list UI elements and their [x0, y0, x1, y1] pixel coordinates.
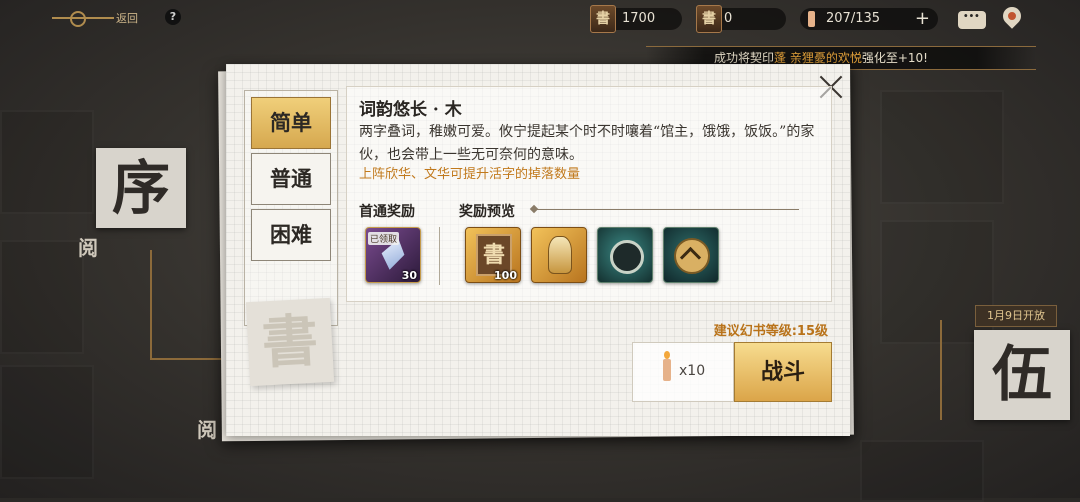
difficulty-panel: 简单 普通 困难: [244, 90, 338, 326]
back-ornament-icon: [52, 11, 114, 27]
cost-quantity: x10: [679, 363, 706, 379]
bg-tile: [0, 365, 94, 479]
item-quantity: 30: [401, 269, 417, 282]
mechanism-icon: [610, 240, 644, 274]
reading-marker: 阅: [78, 236, 98, 260]
ticker-prefix: 成功将契印: [714, 51, 775, 65]
path-line: [150, 250, 152, 360]
recommended-level: 建议幻书等级:15级: [713, 324, 828, 339]
stage-card: 简单 普通 困难 書 词韵悠长 · 木 两字叠词，稚嫩可爱。攸宁提起某个时不时嚷…: [226, 64, 850, 436]
reward-item-mechanism[interactable]: [597, 227, 653, 283]
reward-divider: [439, 227, 440, 285]
fight-button[interactable]: 战斗: [734, 342, 832, 402]
stage-description: 两字叠词，稚嫩可爱。攸宁提起某个时不时嚷着“馆主，饿饿，饭饭。”的家伙，也会带上…: [359, 124, 815, 163]
claimed-tag: 已领取: [368, 232, 400, 245]
perfume-bottle-icon: [548, 236, 572, 274]
resource-books-secondary: 書 0: [696, 5, 786, 33]
stage-info-panel: 词韵悠长 · 木 两字叠词，稚嫩可爱。攸宁提起某个时不时嚷着“馆主，饿饿，饭饭。…: [346, 86, 832, 302]
ticker-suffix: 强化至+10!: [861, 51, 928, 65]
bg-tile: [880, 90, 1004, 204]
book-currency-icon: 書: [590, 5, 616, 33]
resource-books-value: 1700: [622, 11, 656, 26]
resource-books-secondary-value: 0: [724, 11, 733, 26]
difficulty-normal-button[interactable]: 普通: [251, 153, 331, 205]
book-currency-icon: 書: [696, 5, 722, 33]
unlock-date-badge: 1月9日开放: [975, 305, 1057, 327]
first-reward-item[interactable]: 已领取 30: [365, 227, 421, 283]
chapter-tile-five[interactable]: 伍: [974, 330, 1070, 420]
bg-tile: [0, 240, 84, 354]
first-reward-label: 首通奖励: [359, 204, 415, 220]
candle-icon: [663, 351, 671, 381]
bg-tile: [0, 110, 94, 214]
stage-title: 词韵悠长 · 木: [359, 100, 462, 120]
book-stamp-block: 書: [245, 297, 335, 387]
reward-item-bottle[interactable]: [531, 227, 587, 283]
back-label: 返回: [116, 12, 138, 25]
chat-icon[interactable]: [958, 6, 986, 29]
reward-preview-label: 奖励预览: [459, 204, 515, 220]
reward-item-book[interactable]: 書 100: [465, 227, 521, 283]
help-icon[interactable]: ?: [165, 9, 181, 25]
stage-hint: 上阵欣华、文华可提升活字的掉落数量: [359, 167, 581, 182]
bg-tile: [860, 440, 984, 502]
stamina-cost: x10: [632, 342, 734, 402]
difficulty-hard-button[interactable]: 困难: [251, 209, 331, 261]
resource-books: 書 1700: [590, 5, 682, 33]
reading-marker: 阅: [197, 418, 217, 442]
reward-item-emblem[interactable]: [663, 227, 719, 283]
item-quantity: 100: [494, 269, 517, 282]
chapter-tile-prologue[interactable]: 序: [96, 148, 186, 228]
candle-currency-icon: [808, 11, 815, 27]
path-line: [150, 358, 226, 360]
path-line: [940, 320, 942, 420]
resource-candles: 207/135 +: [800, 8, 938, 30]
preview-divider: [537, 209, 799, 210]
resource-candles-value: 207/135: [826, 11, 881, 26]
add-candles-button[interactable]: +: [915, 8, 930, 30]
back-button[interactable]: 返回: [52, 6, 138, 30]
ticker-highlight: 蓬 亲狸憂的欢悦: [774, 51, 862, 65]
difficulty-easy-button[interactable]: 简单: [251, 97, 331, 149]
